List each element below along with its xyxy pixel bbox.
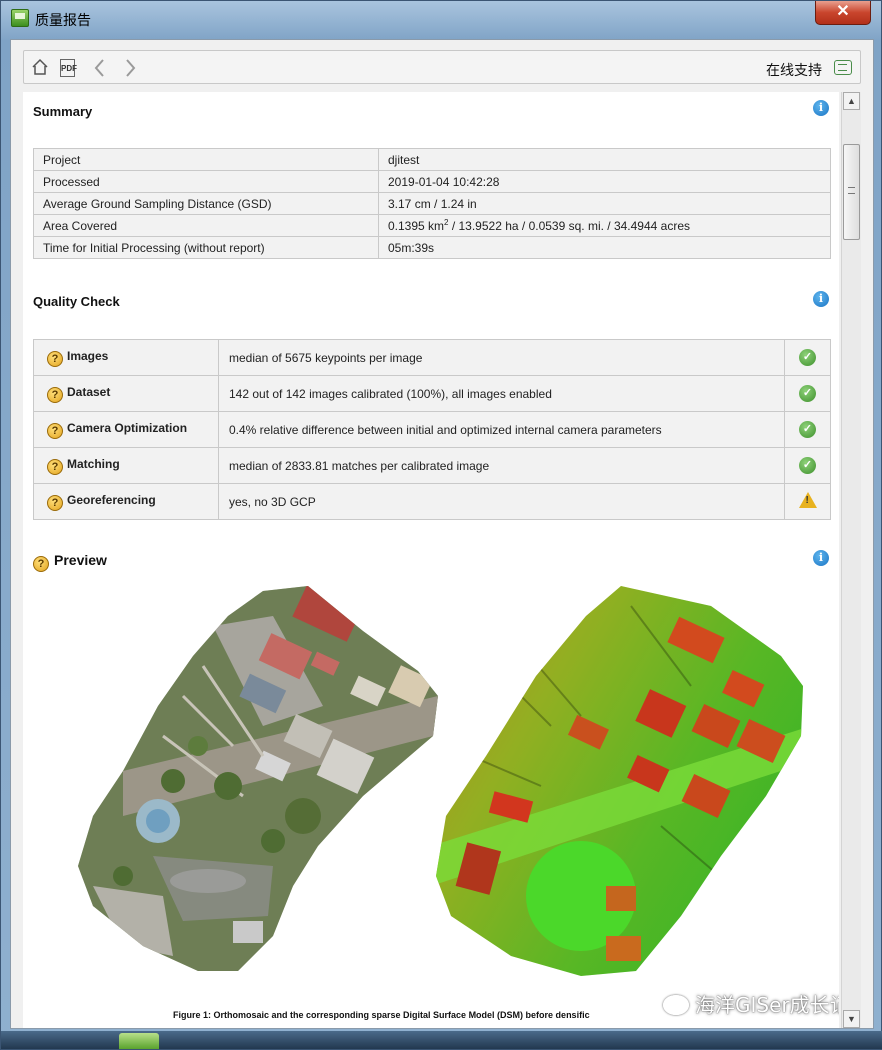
online-support-link[interactable]: 在线支持 xyxy=(766,60,822,80)
report-content: Summary i Project djitest Processed 2019… xyxy=(23,92,839,1028)
scroll-down-arrow[interactable]: ▼ xyxy=(843,1010,860,1028)
summary-value: 05m:39s xyxy=(378,236,831,259)
summary-value: 0.1395 km2 / 13.9522 ha / 0.0539 sq. mi.… xyxy=(378,214,831,237)
window-title: 质量报告 xyxy=(35,13,91,29)
scroll-up-arrow[interactable]: ▲ xyxy=(843,92,860,110)
quality-check-title: Quality Check xyxy=(33,294,120,309)
check-ok-icon: ✓ xyxy=(799,457,816,474)
table-row: Processed 2019-01-04 10:42:28 xyxy=(33,170,831,193)
grip-icon xyxy=(848,187,855,194)
table-row: ? Camera Optimization 0.4% relative diffe… xyxy=(33,411,831,448)
dsm-image xyxy=(436,586,803,976)
home-icon[interactable] xyxy=(30,58,50,78)
client-area: PDF 在线支持 Summary i Project djitest Proce… xyxy=(10,39,874,1029)
check-name: Georeferencing xyxy=(67,492,156,507)
help-icon[interactable]: ? xyxy=(47,350,63,367)
check-ok-icon: ✓ xyxy=(799,385,816,402)
check-detail: yes, no 3D GCP xyxy=(218,483,785,520)
preview-title-text: Preview xyxy=(54,552,107,568)
pdf-export-icon[interactable]: PDF xyxy=(60,59,77,77)
check-name: Matching xyxy=(67,456,120,471)
quality-check-info-icon[interactable]: i xyxy=(813,291,829,307)
check-name: Images xyxy=(67,348,109,363)
close-button[interactable]: ✕ xyxy=(815,1,871,25)
orthomosaic-image xyxy=(78,586,438,971)
help-icon[interactable]: ? xyxy=(47,494,63,511)
help-icon[interactable]: ? xyxy=(47,386,63,403)
area-km: 0.1395 km xyxy=(388,219,445,233)
summary-key: Time for Initial Processing (without rep… xyxy=(33,236,379,259)
quality-check-table: ? Images median of 5675 keypoints per ima… xyxy=(33,339,831,520)
vertical-scrollbar[interactable]: ▲ ▼ xyxy=(841,92,861,1028)
summary-key: Processed xyxy=(33,170,379,193)
table-row: Area Covered 0.1395 km2 / 13.9522 ha / 0… xyxy=(33,214,831,237)
table-row: ? Images median of 5675 keypoints per ima… xyxy=(33,339,831,376)
taskbar-app-button[interactable] xyxy=(119,1033,159,1049)
check-detail: median of 5675 keypoints per image xyxy=(218,339,785,376)
wechat-logo-icon xyxy=(663,995,689,1015)
preview-title: ? Preview xyxy=(33,552,107,572)
summary-value: 2019-01-04 10:42:28 xyxy=(378,170,831,193)
summary-value: djitest xyxy=(378,148,831,171)
summary-key: Project xyxy=(33,148,379,171)
report-window: 质量报告 ✕ PDF 在线支持 Summary i Project djites… xyxy=(0,0,882,1050)
check-ok-icon: ✓ xyxy=(799,349,816,366)
summary-title: Summary xyxy=(33,104,93,119)
help-icon[interactable]: ? xyxy=(33,556,49,572)
help-icon[interactable]: ? xyxy=(47,458,63,475)
chat-bubble-icon[interactable] xyxy=(834,60,852,75)
check-detail: 0.4% relative difference between initial… xyxy=(218,411,785,448)
table-row: Time for Initial Processing (without rep… xyxy=(33,236,831,259)
check-detail: 142 out of 142 images calibrated (100%),… xyxy=(218,375,785,412)
table-row: ? Matching median of 2833.81 matches per … xyxy=(33,447,831,484)
watermark-text: 海洋GISer成长记 xyxy=(695,993,839,1017)
check-name: Dataset xyxy=(67,384,111,399)
chevron-right-icon[interactable] xyxy=(120,58,140,78)
summary-value: 3.17 cm / 1.24 in xyxy=(378,192,831,215)
watermark: 海洋GISer成长记 xyxy=(663,989,839,1018)
area-other-units: / 13.9522 ha / 0.0539 sq. mi. / 34.4944 … xyxy=(448,219,690,233)
help-icon[interactable]: ? xyxy=(47,422,63,439)
check-ok-icon: ✓ xyxy=(799,421,816,438)
table-row: Project djitest xyxy=(33,148,831,171)
toolbar: PDF 在线支持 xyxy=(23,50,861,84)
figure-caption: Figure 1: Orthomosaic and the correspond… xyxy=(173,1010,590,1020)
summary-table: Project djitest Processed 2019-01-04 10:… xyxy=(33,148,831,259)
summary-info-icon[interactable]: i xyxy=(813,100,829,116)
chevron-left-icon[interactable] xyxy=(90,58,110,78)
summary-key: Area Covered xyxy=(33,214,379,237)
table-row: ? Dataset 142 out of 142 images calibrate… xyxy=(33,375,831,412)
title-bar: 质量报告 ✕ xyxy=(1,1,881,35)
scroll-thumb[interactable] xyxy=(843,144,860,240)
summary-key: Average Ground Sampling Distance (GSD) xyxy=(33,192,379,215)
check-detail: median of 2833.81 matches per calibrated… xyxy=(218,447,785,484)
warning-icon xyxy=(798,492,817,508)
table-row: Average Ground Sampling Distance (GSD) 3… xyxy=(33,192,831,215)
app-icon xyxy=(11,9,29,27)
taskbar xyxy=(1,1031,882,1049)
table-row: ? Georeferencing yes, no 3D GCP xyxy=(33,483,831,520)
check-name: Camera Optimization xyxy=(67,420,188,435)
preview-info-icon[interactable]: i xyxy=(813,550,829,566)
